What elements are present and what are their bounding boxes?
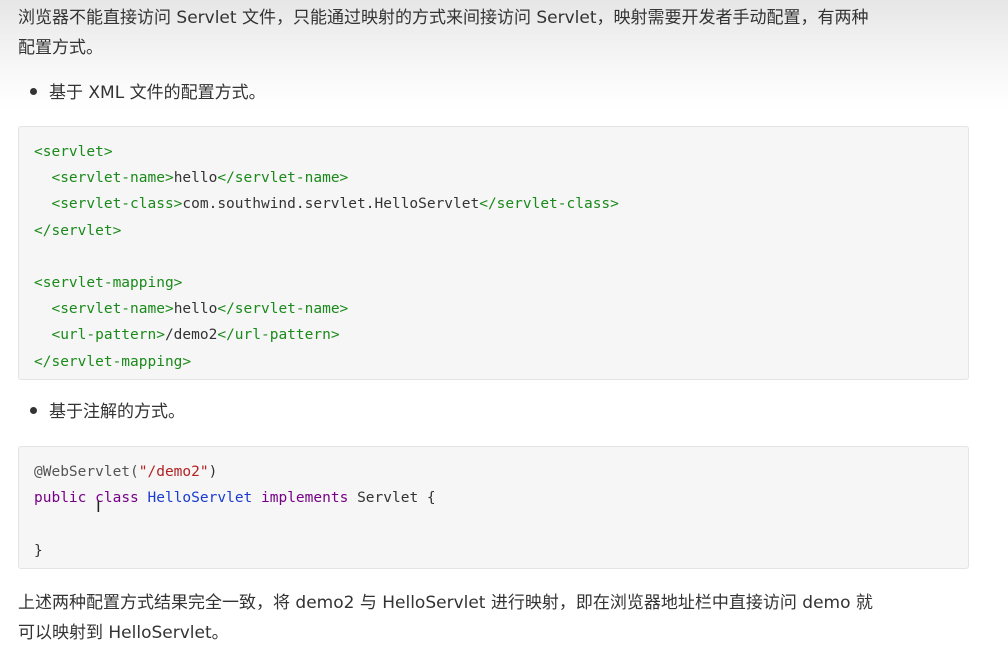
- xml-tag: <servlet-name>: [34, 301, 174, 318]
- code-line: <servlet>: [34, 139, 953, 165]
- xml-tag: <url-pattern>: [34, 327, 165, 344]
- intro-line-1: 浏览器不能直接访问 Servlet 文件，只能通过映射的方式来间接访问 Serv…: [18, 8, 869, 28]
- xml-tag: <servlet-name>: [34, 170, 174, 187]
- code-line: </servlet>: [34, 218, 953, 244]
- intro-paragraph: 浏览器不能直接访问 Servlet 文件，只能通过映射的方式来间接访问 Serv…: [18, 3, 978, 63]
- xml-tag: </servlet-mapping>: [34, 353, 192, 370]
- brace: }: [34, 542, 43, 559]
- class-name: HelloServlet: [147, 490, 253, 507]
- xml-tag: <servlet-mapping>: [34, 274, 183, 291]
- xml-tag: </url-pattern>: [217, 327, 340, 344]
- xml-tag: <servlet-class>: [34, 196, 183, 213]
- xml-value: hello: [173, 170, 218, 187]
- keyword: class: [95, 490, 139, 507]
- interface-name: Servlet {: [357, 490, 436, 507]
- xml-value: hello: [173, 301, 218, 318]
- annotation: @WebServlet(: [34, 464, 139, 480]
- text-cursor-icon: Ι: [96, 497, 101, 516]
- keyword: implements: [261, 490, 349, 507]
- code-line: }: [34, 538, 953, 564]
- bullet-annotation-text: 基于注解的方式。: [49, 402, 185, 422]
- xml-tag: </servlet-name>: [217, 301, 349, 318]
- xml-value: com.southwind.servlet.HelloServlet: [182, 196, 480, 213]
- keyword: public: [34, 490, 87, 507]
- outro-line-1: 上述两种配置方式结果完全一致，将 demo2 与 HelloServlet 进行…: [18, 593, 873, 613]
- outro-line-2: 可以映射到 HelloServlet。: [18, 623, 229, 643]
- bullet-dot-icon: [30, 87, 37, 95]
- xml-tag: </servlet-class>: [479, 196, 619, 213]
- xml-tag: </servlet>: [34, 222, 122, 239]
- code-line: <servlet-class>com.southwind.servlet.Hel…: [34, 191, 953, 217]
- xml-tag: <servlet>: [34, 144, 113, 160]
- paren: ): [208, 464, 218, 480]
- xml-tag: </servlet-name>: [217, 170, 349, 187]
- code-line: <servlet-name>hello</servlet-name>: [34, 165, 953, 191]
- bullet-dot-icon: [30, 406, 37, 414]
- code-line: <url-pattern>/demo2</url-pattern>: [34, 322, 953, 348]
- code-line: <servlet-mapping>: [34, 270, 953, 296]
- bullet-annotation: 基于注解的方式。: [30, 400, 185, 424]
- intro-line-2: 配置方式。: [18, 38, 103, 58]
- xml-value: /demo2: [164, 327, 218, 344]
- string-literal: "/demo2": [138, 464, 209, 480]
- code-line: </servlet-mapping>: [34, 349, 953, 375]
- code-line: @WebServlet("/demo2"): [34, 459, 953, 485]
- bullet-xml: 基于 XML 文件的配置方式。: [30, 81, 266, 105]
- outro-paragraph: 上述两种配置方式结果完全一致，将 demo2 与 HelloServlet 进行…: [18, 588, 978, 648]
- java-code-block: @WebServlet("/demo2") public class HelloS…: [18, 446, 969, 569]
- code-line: public class HelloServlet implements Ser…: [34, 485, 953, 511]
- code-line: <servlet-name>hello</servlet-name>: [34, 296, 953, 322]
- xml-code-block: <servlet> <servlet-name>hello</servlet-n…: [18, 126, 969, 380]
- bullet-xml-text: 基于 XML 文件的配置方式。: [49, 83, 266, 103]
